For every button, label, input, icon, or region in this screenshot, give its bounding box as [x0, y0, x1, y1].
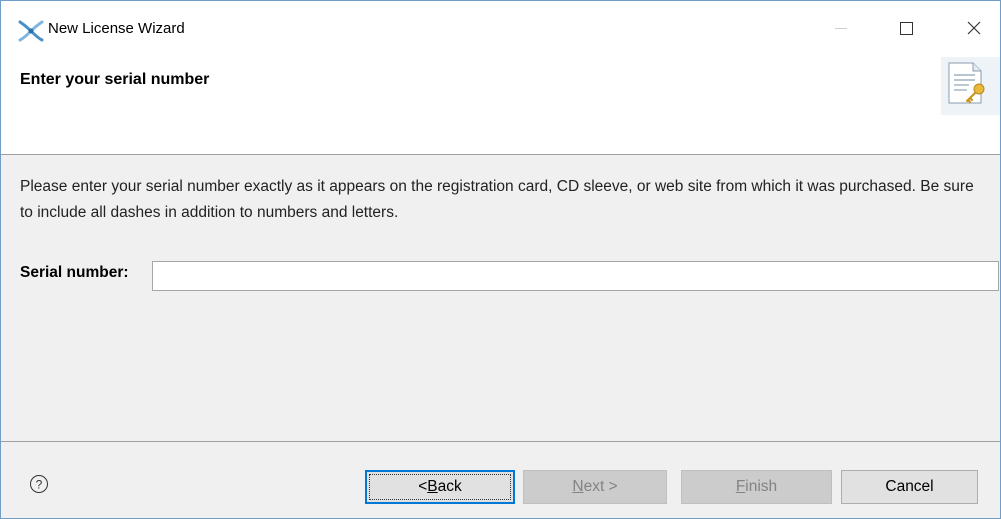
instructions-text: Please enter your serial number exactly …	[20, 178, 974, 221]
back-button[interactable]: < Back	[365, 470, 515, 504]
back-button-rest: ack	[437, 478, 462, 495]
header-divider	[1, 154, 1000, 155]
close-icon	[967, 21, 981, 35]
minimize-icon	[835, 27, 847, 29]
next-button-mnemonic: N	[572, 478, 584, 495]
back-button-mnemonic: B	[427, 478, 438, 495]
back-button-prefix: <	[418, 478, 428, 495]
license-wizard-window: New License Wizard Enter your serial num…	[0, 0, 1001, 519]
window-title: New License Wizard	[48, 20, 185, 37]
question-circle-icon: ?	[30, 475, 48, 493]
page-title: Enter your serial number	[20, 71, 210, 88]
close-button[interactable]	[951, 11, 997, 45]
footer-divider	[1, 441, 1000, 442]
serial-number-label: Serial number:	[20, 264, 129, 281]
finish-button-rest: inish	[745, 478, 778, 495]
wizard-header: Enter your serial number	[1, 57, 1000, 154]
finish-button[interactable]: Finish	[681, 470, 832, 504]
svg-text:?: ?	[36, 478, 43, 492]
next-button[interactable]: Next >	[523, 470, 667, 504]
finish-button-mnemonic: F	[735, 478, 746, 495]
next-button-rest: ext >	[583, 478, 618, 495]
maximize-button[interactable]	[883, 11, 929, 45]
maximize-icon	[899, 21, 913, 35]
title-bar: New License Wizard	[1, 1, 1000, 57]
serial-number-input[interactable]	[152, 261, 999, 291]
help-button[interactable]: ?	[29, 474, 49, 494]
license-key-document-icon	[941, 57, 1000, 115]
app-logo-icon	[18, 20, 44, 42]
cancel-button[interactable]: Cancel	[841, 470, 978, 504]
minimize-button[interactable]	[818, 11, 864, 45]
